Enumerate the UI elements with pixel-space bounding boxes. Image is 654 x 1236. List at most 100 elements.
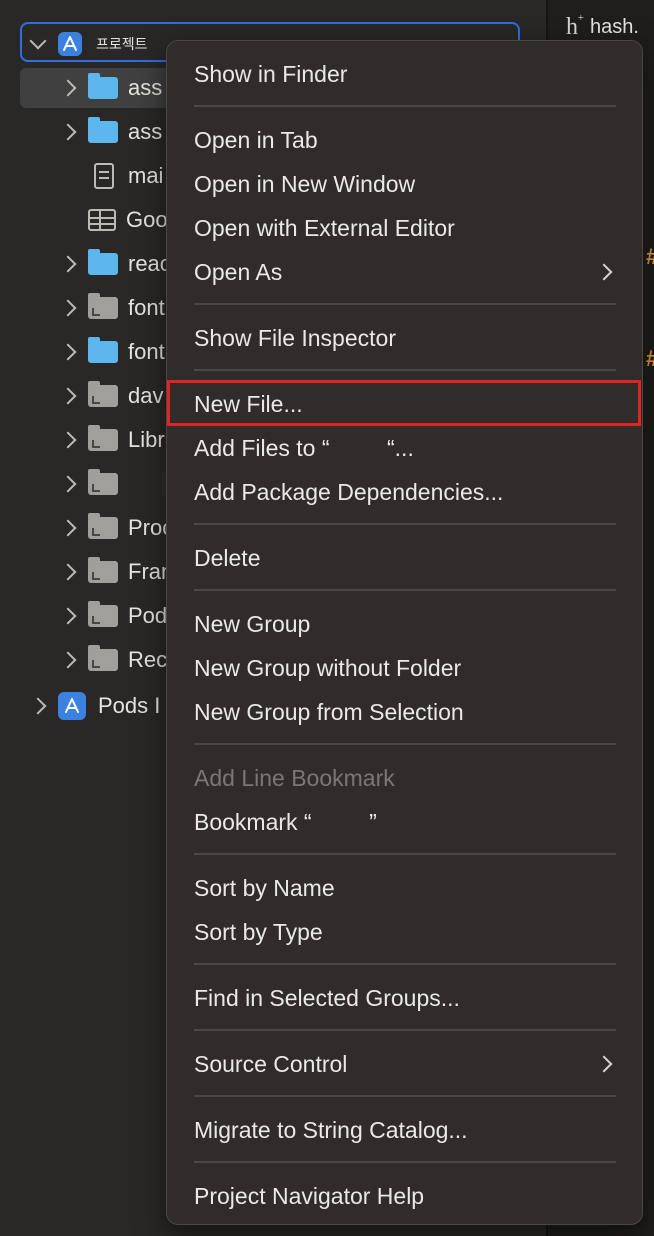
menu-item-label: Source Control bbox=[194, 1050, 348, 1077]
code-hash-mark: # bbox=[646, 346, 654, 372]
navigator-root-label: 프로젝트 bbox=[96, 36, 148, 52]
menu-item-delete[interactable]: Delete bbox=[194, 538, 260, 578]
menu-separator bbox=[194, 369, 616, 371]
menu-item-show-in-finder[interactable]: Show in Finder bbox=[194, 54, 347, 94]
navigator-item[interactable]: Libr bbox=[58, 420, 165, 460]
chevron-right-icon[interactable] bbox=[59, 343, 77, 361]
navigator-item-label: mai bbox=[128, 163, 164, 188]
navigator-item[interactable]: Rec bbox=[58, 640, 167, 680]
menu-item-new-group-without-folder[interactable]: New Group without Folder bbox=[194, 648, 461, 688]
navigator-item-label: ass bbox=[128, 75, 163, 100]
navigator-item[interactable]: font bbox=[58, 288, 165, 328]
highlight-box bbox=[167, 380, 641, 426]
chevron-right-icon[interactable] bbox=[29, 697, 47, 715]
navigator-item-label: Goo bbox=[126, 207, 168, 232]
navigator-item-label: dav bbox=[128, 383, 164, 408]
folder-icon bbox=[88, 73, 118, 99]
table-icon bbox=[88, 209, 116, 231]
folder-icon bbox=[88, 425, 118, 451]
folder-icon bbox=[88, 469, 118, 495]
menu-separator bbox=[194, 303, 616, 305]
folder-icon bbox=[88, 513, 118, 539]
menu-separator bbox=[194, 1161, 616, 1163]
editor-tab[interactable]: h + hash. bbox=[566, 12, 639, 41]
menu-item-sort-by-type[interactable]: Sort by Type bbox=[194, 912, 323, 952]
menu-item-bookmark[interactable]: Bookmark “ ” bbox=[194, 802, 377, 842]
chevron-right-icon[interactable] bbox=[59, 519, 77, 537]
navigator-item[interactable]: dav bbox=[58, 376, 163, 416]
folder-icon bbox=[88, 381, 118, 407]
navigator-item[interactable]: Fram bbox=[58, 552, 179, 592]
chevron-right-icon[interactable] bbox=[59, 475, 77, 493]
navigator-item-pods[interactable]: Pods I bbox=[28, 686, 160, 726]
navigator-item-label: Libr bbox=[128, 427, 165, 452]
menu-item-open-with-external-editor[interactable]: Open with External Editor bbox=[194, 208, 455, 248]
navigator-item-label: ass bbox=[128, 119, 163, 144]
navigator-item-label: font bbox=[128, 295, 165, 320]
navigator-item[interactable]: ass bbox=[58, 112, 162, 152]
navigator-item[interactable]: Pod bbox=[58, 596, 167, 636]
chevron-right-icon[interactable] bbox=[59, 387, 77, 405]
navigator-item-label: Rec bbox=[128, 647, 168, 672]
navigator-root-item[interactable]: 프로젝트 bbox=[28, 24, 148, 64]
app-store-icon bbox=[58, 32, 82, 56]
h-plus-icon: h + bbox=[566, 12, 584, 40]
menu-item-find-in-selected-groups[interactable]: Find in Selected Groups... bbox=[194, 978, 460, 1018]
chevron-right-icon[interactable] bbox=[59, 79, 77, 97]
menu-item-open-in-new-window[interactable]: Open in New Window bbox=[194, 164, 415, 204]
folder-icon bbox=[88, 293, 118, 319]
chevron-right-icon[interactable] bbox=[59, 299, 77, 317]
chevron-right-icon[interactable] bbox=[59, 651, 77, 669]
menu-separator bbox=[194, 105, 616, 107]
chevron-right-icon[interactable] bbox=[59, 123, 77, 141]
navigator-item[interactable]: mai bbox=[58, 156, 163, 196]
chevron-right-icon[interactable] bbox=[59, 563, 77, 581]
menu-item-sort-by-name[interactable]: Sort by Name bbox=[194, 868, 335, 908]
navigator-item[interactable]: ass bbox=[20, 68, 170, 108]
chevron-right-icon[interactable] bbox=[59, 607, 77, 625]
folder-icon bbox=[88, 117, 118, 143]
menu-item-open-as[interactable]: Open As bbox=[194, 252, 616, 292]
menu-item-open-in-tab[interactable]: Open in Tab bbox=[194, 120, 318, 160]
chevron-right-icon[interactable] bbox=[59, 255, 77, 273]
menu-separator bbox=[194, 853, 616, 855]
editor-tab-label: hash. bbox=[590, 16, 639, 38]
menu-item-source-control[interactable]: Source Control bbox=[194, 1044, 616, 1084]
menu-separator bbox=[194, 1029, 616, 1031]
menu-separator bbox=[194, 523, 616, 525]
document-icon bbox=[94, 163, 114, 189]
navigator-item-label: Pods I bbox=[98, 693, 161, 718]
menu-item-new-group-from-selection[interactable]: New Group from Selection bbox=[194, 692, 464, 732]
menu-item-add-package-dependencies[interactable]: Add Package Dependencies... bbox=[194, 472, 503, 512]
menu-item-new-group[interactable]: New Group bbox=[194, 604, 310, 644]
menu-item-add-files-to[interactable]: Add Files to “ “... bbox=[194, 428, 414, 468]
menu-separator bbox=[194, 963, 616, 965]
navigator-item-label: font bbox=[128, 339, 165, 364]
app-store-icon bbox=[58, 692, 86, 720]
menu-separator bbox=[194, 1095, 616, 1097]
menu-separator bbox=[194, 589, 616, 591]
navigator-item[interactable]: Proc bbox=[58, 508, 173, 548]
folder-icon bbox=[88, 557, 118, 583]
chevron-down-icon[interactable] bbox=[29, 32, 47, 50]
navigator-item-label: Pod bbox=[128, 603, 168, 628]
code-hash-mark: # bbox=[646, 244, 654, 270]
folder-icon bbox=[88, 337, 118, 363]
folder-icon bbox=[88, 249, 118, 275]
menu-separator bbox=[194, 743, 616, 745]
context-menu: Show in Finder Open in Tab Open in New W… bbox=[166, 40, 643, 1225]
menu-item-show-file-inspector[interactable]: Show File Inspector bbox=[194, 318, 396, 358]
navigator-item[interactable]: reac bbox=[58, 244, 171, 284]
chevron-right-icon[interactable] bbox=[59, 431, 77, 449]
navigator-item[interactable]: Goo bbox=[58, 200, 168, 240]
menu-item-label: Open As bbox=[194, 258, 283, 285]
navigator-item[interactable]: font bbox=[58, 332, 165, 372]
folder-icon bbox=[88, 601, 118, 627]
menu-item-add-line-bookmark: Add Line Bookmark bbox=[194, 764, 395, 791]
navigator-item-label: reac bbox=[128, 251, 171, 276]
menu-item-project-navigator-help[interactable]: Project Navigator Help bbox=[194, 1176, 424, 1216]
menu-item-migrate-to-string-catalog[interactable]: Migrate to String Catalog... bbox=[194, 1110, 468, 1150]
folder-icon bbox=[88, 645, 118, 671]
